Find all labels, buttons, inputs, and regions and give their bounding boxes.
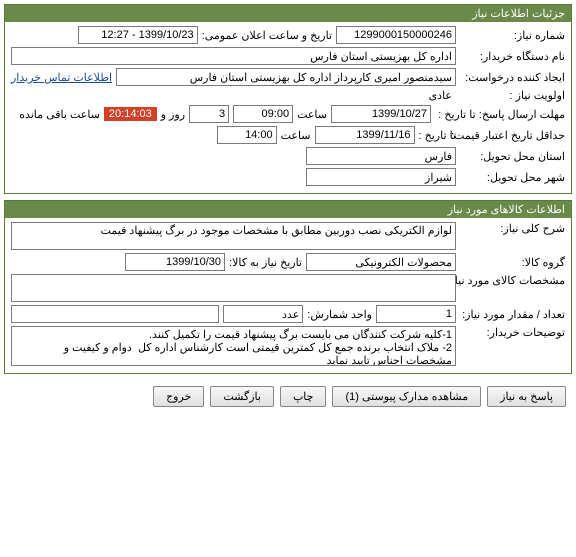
province-label: استان محل تحویل: [460, 150, 565, 163]
deadline-time-field[interactable] [233, 105, 293, 123]
goods-info-header: اطلاعات کالاهای مورد نیاز [5, 201, 571, 218]
gen-desc-label: شرح کلی نیاز: [460, 222, 565, 235]
deadline-date-field[interactable] [331, 105, 431, 123]
public-announce-label: تاریخ و ساعت اعلان عمومی: [202, 29, 332, 42]
priority-value: عادی [425, 89, 456, 102]
group-label: گروه کالا: [460, 256, 565, 269]
days-label: روز و [161, 108, 185, 121]
need-by-label: تاریخ نیاز به کالا: [229, 256, 302, 269]
notes-field[interactable] [11, 326, 456, 366]
print-button[interactable]: چاپ [280, 386, 327, 407]
need-details-header: جزئیات اطلاعات نیاز [5, 5, 571, 22]
creator-label: ایجاد کننده درخواست: [460, 71, 565, 84]
need-no-label: شماره نیاز: [460, 29, 565, 42]
gen-desc-field[interactable] [11, 222, 456, 250]
city-label: شهر محل تحویل: [460, 171, 565, 184]
notes-label: توضیحات خریدار: [460, 326, 565, 339]
public-announce-field[interactable] [78, 26, 198, 44]
exit-button[interactable]: خروج [153, 386, 204, 407]
to-date-label: تا تاریخ : [419, 129, 456, 142]
action-buttons: پاسخ به نیاز مشاهده مدارک پیوستی (1) چاپ… [4, 380, 572, 413]
province-field[interactable] [306, 147, 456, 165]
need-details-body: شماره نیاز: تاریخ و ساعت اعلان عمومی: نا… [5, 22, 571, 193]
extra-field[interactable] [11, 305, 219, 323]
reply-button[interactable]: پاسخ به نیاز [487, 386, 566, 407]
min-valid-time-field[interactable] [217, 126, 277, 144]
min-valid-date-field[interactable] [315, 126, 415, 144]
unit-field[interactable] [223, 305, 303, 323]
need-by-field[interactable] [125, 253, 225, 271]
goods-info-panel: اطلاعات کالاهای مورد نیاز شرح کلی نیاز: … [4, 200, 572, 374]
city-field[interactable] [306, 168, 456, 186]
specs-label: مشخصات کالای مورد نیاز: [460, 274, 565, 287]
days-count-field[interactable] [189, 105, 229, 123]
need-no-field[interactable] [336, 26, 456, 44]
need-details-panel: جزئیات اطلاعات نیاز شماره نیاز: تاریخ و … [4, 4, 572, 194]
min-valid-label: حداقل تاریخ اعتبار قیمت: [460, 129, 565, 142]
contact-link[interactable]: اطلاعات تماس خریدار [11, 71, 112, 84]
goods-info-body: شرح کلی نیاز: گروه کالا: تاریخ نیاز به ک… [5, 218, 571, 373]
back-button[interactable]: بازگشت [210, 386, 274, 407]
deadline-label: مهلت ارسال پاسخ: تا تاریخ : [435, 108, 565, 121]
buyer-org-label: نام دستگاه خریدار: [460, 50, 565, 63]
priority-label: اولویت نیاز : [460, 89, 565, 102]
qty-label: تعداد / مقدار مورد نیاز: [460, 308, 565, 321]
attachments-button[interactable]: مشاهده مدارک پیوستی (1) [332, 386, 481, 407]
min-valid-time-label: ساعت [281, 129, 311, 142]
remain-label: ساعت باقی مانده [19, 108, 100, 121]
group-field[interactable] [306, 253, 456, 271]
unit-label: واحد شمارش: [307, 308, 372, 321]
specs-field[interactable] [11, 274, 456, 302]
qty-field[interactable] [376, 305, 456, 323]
buyer-org-field[interactable] [11, 47, 456, 65]
creator-field[interactable] [116, 68, 456, 86]
countdown-badge: 20:14:03 [104, 107, 157, 121]
deadline-time-label: ساعت [297, 108, 327, 121]
